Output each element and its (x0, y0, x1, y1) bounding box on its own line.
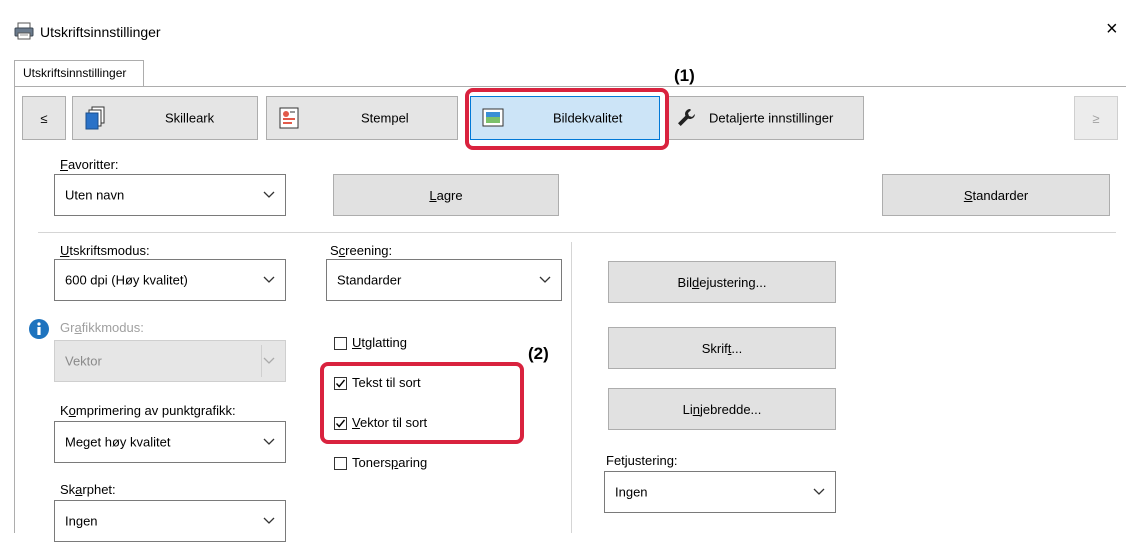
separator-pages-icon (85, 106, 105, 130)
sharpness-select[interactable]: Ingen (54, 500, 286, 542)
screening-select[interactable]: Standarder (326, 259, 562, 301)
save-button[interactable]: Lagre (333, 174, 559, 216)
annotation-2: (2) (528, 344, 549, 363)
favorites-label: Favoritter: (60, 157, 119, 172)
printer-icon (14, 22, 34, 40)
chevron-down-icon (263, 357, 275, 364)
image-adjust-button[interactable]: Bil d ejustering... (608, 261, 836, 303)
fine-adjust-value: Ingen (615, 484, 648, 500)
chevron-down-icon (263, 438, 275, 445)
column-separator (571, 242, 572, 533)
graphics-mode-label: Grafikkmodus: (60, 320, 144, 335)
chevron-down-icon (263, 517, 275, 524)
graphics-mode-separator (261, 345, 262, 377)
print-mode-select[interactable]: 600 dpi (Høy kvalitet) (54, 259, 286, 301)
sharpness-label: Skarphet: (60, 482, 116, 497)
title-bar: Utskriftsinnstillinger × (0, 0, 1126, 60)
chevron-down-icon (263, 276, 275, 283)
checkbox-tonersparing[interactable] (334, 457, 347, 470)
callout-box-1 (465, 88, 669, 150)
defaults-button[interactable]: Standarder (882, 174, 1110, 216)
tab-skilleark-label: Skilleark (165, 110, 215, 126)
compression-label: Komprimering av punktgrafikk: (60, 403, 236, 418)
compression-select[interactable]: Meget høy kvalitet (54, 421, 286, 463)
print-mode-label: Utskriftsmodus: (60, 243, 150, 258)
annotation-1: (1) (674, 66, 695, 85)
callout-box-2 (320, 362, 524, 444)
tab-detaljerte-label: Detaljerte innstillinger (709, 110, 834, 126)
tab-detaljerte[interactable]: Detaljerte innstillinger (666, 96, 864, 140)
chevron-down-icon (263, 191, 275, 198)
graphics-mode-value: Vektor (65, 353, 102, 369)
compression-value: Meget høy kvalitet (65, 434, 171, 450)
close-icon[interactable]: × (1106, 18, 1118, 41)
wrench-icon (678, 109, 695, 126)
outer-tab-label: Utskriftsinnstillinger (23, 66, 127, 80)
favorites-value: Uten navn (65, 187, 125, 203)
line-width-button[interactable]: Li n jebredde... (608, 388, 836, 430)
next-tab-button[interactable]: ≥ (1074, 96, 1118, 140)
print-mode-value: 600 dpi (Høy kvalitet) (65, 272, 188, 288)
fine-adjust-select[interactable]: Ingen (604, 471, 836, 513)
info-icon (29, 319, 49, 339)
screening-value: Standarder (337, 272, 402, 288)
checkbox-tonersparing-label: Tonersparing (352, 455, 428, 470)
prev-tab-button[interactable]: ≤ (22, 96, 66, 140)
stamp-icon (279, 107, 299, 129)
section-divider (38, 232, 1116, 233)
tab-stempel-label: Stempel (361, 110, 409, 126)
checkbox-utglatting[interactable] (334, 337, 347, 350)
checkbox-utglatting-label: Utglatting (352, 335, 407, 350)
chevron-down-icon (539, 276, 551, 283)
favorites-select[interactable]: Uten navn (54, 174, 286, 216)
outer-tab[interactable]: Utskriftsinnstillinger (14, 60, 144, 87)
font-button[interactable]: Skrif t... (608, 327, 836, 369)
screening-label: Screening: (330, 243, 393, 258)
graphics-mode-select: Vektor (54, 340, 286, 382)
tab-skilleark[interactable]: Skilleark (72, 96, 258, 140)
sharpness-value: Ingen (65, 513, 98, 529)
settings-panel (14, 86, 1126, 533)
chevron-down-icon (813, 488, 825, 495)
fine-adjust-label: Fetjustering: (606, 453, 678, 468)
tab-stempel[interactable]: Stempel (266, 96, 458, 140)
window-title: Utskriftsinnstillinger (40, 24, 161, 40)
